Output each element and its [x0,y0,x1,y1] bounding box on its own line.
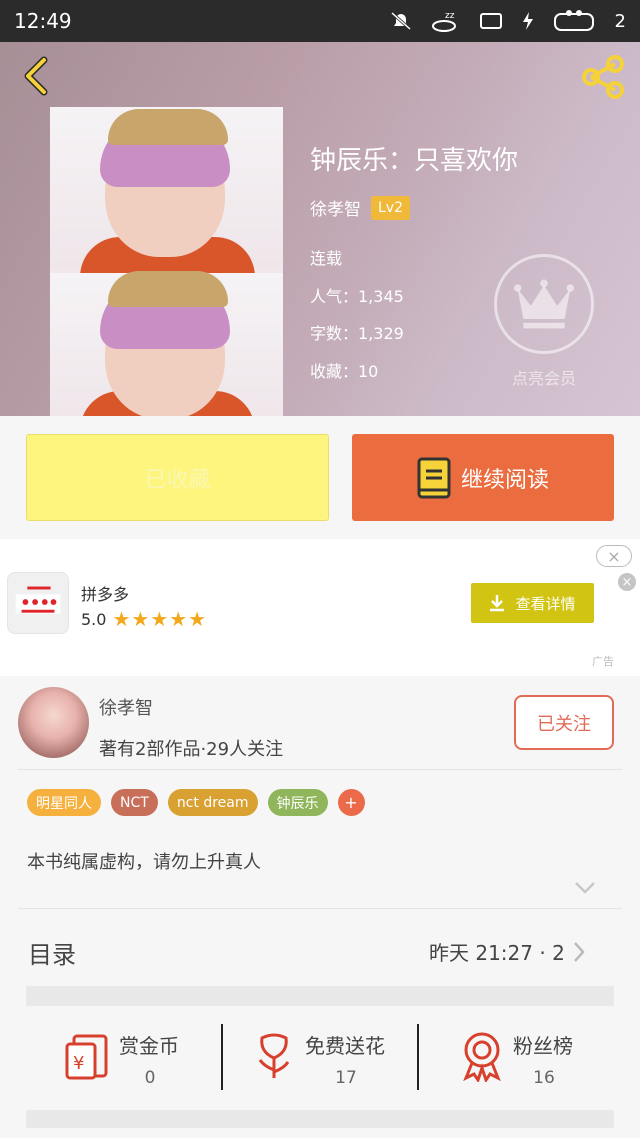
ad-app-icon[interactable] [7,572,69,634]
ad-rating: 5.0 ★★★★★ [81,607,207,631]
svg-text:¥: ¥ [73,1053,84,1074]
book-author[interactable]: 徐孝智 [310,195,361,220]
collected-button-label: 已收藏 [144,467,211,493]
stat-label: 粉丝榜 [513,1034,573,1058]
red-envelope-icon: ¥ [65,1034,108,1080]
star-rating-icon: ★★★★★ [112,607,208,631]
ad-rating-value: 5.0 [81,609,107,629]
free-flowers-stat[interactable]: 免费送花 17 [250,1006,450,1110]
svg-text:zz: zz [445,11,455,21]
crown-icon [513,279,575,329]
status-bar: 12:49 zz 2 [0,0,640,42]
sleep-weather-icon: zz [431,11,456,32]
screen-rotate-icon [479,13,502,29]
book-title: 钟辰乐：只喜欢你 [310,146,519,176]
tag-chip[interactable]: 钟辰乐 [267,789,328,816]
book-cover-image [50,107,283,416]
vip-label[interactable]: 点亮会员 [490,365,598,389]
continue-reading-label: 继续阅读 [460,467,549,493]
section-spacer [26,986,614,1006]
stats-bar: ¥ 赏金币 0 免费送花 17 粉丝榜 16 [0,1006,640,1110]
pinduoduo-logo-icon [15,586,61,614]
collected-button[interactable]: 已收藏 [26,434,329,521]
section-spacer [26,1110,614,1128]
ad-details-label: 查看详情 [515,594,576,613]
follow-button[interactable]: 已关注 [514,695,614,750]
divider [18,908,622,909]
tag-chip[interactable]: NCT [111,789,158,816]
fans-ranking-stat[interactable]: 粉丝榜 16 [458,1006,640,1110]
ad-banner[interactable]: × × 拼多多 5.0 ★★★★★ 查看详情 广告 [0,539,640,676]
stat-label: 赏金币 [119,1034,179,1058]
medal-icon [463,1032,501,1082]
ad-label: 广告 [592,655,614,668]
action-bar: 已收藏 继续阅读 [0,416,640,539]
vip-badge[interactable] [494,254,594,354]
book-favorites: 收藏：10 [310,362,379,381]
book-icon [417,457,451,498]
chevron-right-icon [573,941,585,962]
add-tag-button[interactable]: + [337,789,365,816]
author-level-badge: Lv2 [371,195,410,220]
ad-details-button[interactable]: 查看详情 [471,583,594,623]
toc-title[interactable]: 目录 [28,935,76,970]
download-icon [490,595,505,612]
charging-icon [522,12,533,30]
divider [18,769,622,770]
share-icon[interactable] [578,52,628,102]
stat-label: 免费送花 [305,1034,385,1058]
author-summary: 著有2部作品·29人关注 [99,739,284,760]
battery-level: 2 [614,10,626,32]
book-popularity: 人气：1,345 [310,287,404,306]
tag-chip[interactable]: 明星同人 [27,789,101,816]
stat-value: 16 [533,1068,555,1088]
author-avatar[interactable] [18,687,89,758]
tag-list: 明星同人 NCT nct dream 钟辰乐 + [27,789,365,816]
author-name[interactable]: 徐孝智 [99,694,153,720]
ad-app-name: 拼多多 [81,585,130,604]
ad-close-button[interactable]: × [596,545,632,567]
book-word-count: 字数：1,329 [310,324,404,343]
status-time: 12:49 [14,9,72,33]
author-section: 徐孝智 著有2部作品·29人关注 已关注 明星同人 NCT nct dream … [0,676,640,976]
continue-reading-button[interactable]: 继续阅读 [352,434,614,521]
book-header: 钟辰乐：只喜欢你 徐孝智 Lv2 连载 人气：1,345 字数：1,329 收藏… [0,42,640,416]
mute-bell-icon [390,11,411,31]
chevron-down-icon[interactable] [574,881,596,895]
flower-icon [258,1033,290,1078]
back-arrow-icon[interactable] [16,56,56,96]
divider [417,1024,419,1090]
tag-chip[interactable]: nct dream [167,789,258,816]
book-intro: 本书纯属虚构，请勿上升真人 [27,852,261,873]
tip-coins-stat[interactable]: ¥ 赏金币 0 [64,1006,264,1110]
ad-dismiss-icon[interactable]: × [618,573,636,591]
book-status: 连载 [310,249,343,268]
battery-icon [553,10,594,31]
stat-value: 17 [335,1068,357,1088]
toc-update-info: 昨天 21:27 · 2 [429,941,565,965]
divider [221,1024,223,1090]
toc-link[interactable]: 昨天 21:27 · 2 [429,937,585,966]
stat-value: 0 [144,1068,156,1088]
